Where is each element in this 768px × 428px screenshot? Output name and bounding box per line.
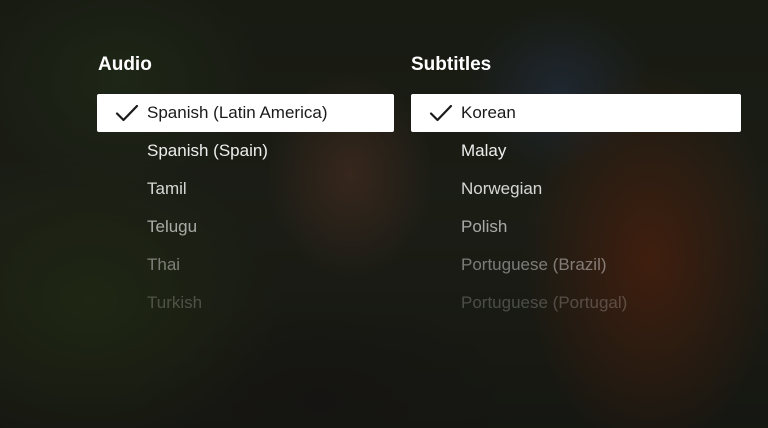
subtitle-option-label: Portuguese (Portugal)	[461, 293, 628, 312]
audio-option-turkish[interactable]: Turkish	[97, 284, 394, 322]
subtitle-option-label: Norwegian	[461, 179, 543, 198]
audio-option-label: Thai	[147, 255, 181, 274]
audio-option-label: Spanish (Spain)	[147, 141, 268, 160]
checkmark-icon	[429, 104, 453, 122]
audio-option-thai[interactable]: Thai	[97, 246, 394, 284]
checkmark-icon	[115, 104, 139, 122]
audio-option-label: Spanish (Latin America)	[147, 103, 328, 122]
audio-option-telugu[interactable]: Telugu	[97, 208, 394, 246]
subtitle-option-label: Korean	[461, 103, 516, 122]
audio-option-label: Turkish	[147, 293, 203, 312]
subtitles-list: Korean Malay Norwegian Polish Portuguese…	[411, 94, 741, 322]
audio-option-spanish-spain[interactable]: Spanish (Spain)	[97, 132, 394, 170]
audio-option-spanish-latin-america[interactable]: Spanish (Latin America)	[97, 94, 394, 132]
subtitle-option-portuguese-brazil[interactable]: Portuguese (Brazil)	[411, 246, 741, 284]
subtitle-option-label: Malay	[461, 141, 507, 160]
subtitle-option-norwegian[interactable]: Norwegian	[411, 170, 741, 208]
subtitles-section-title: Subtitles	[411, 54, 492, 75]
audio-option-label: Tamil	[147, 179, 187, 198]
audio-section-title: Audio	[98, 54, 152, 75]
subtitle-option-label: Polish	[461, 217, 508, 236]
subtitle-option-malay[interactable]: Malay	[411, 132, 741, 170]
audio-option-label: Telugu	[147, 217, 198, 236]
subtitle-option-korean[interactable]: Korean	[411, 94, 741, 132]
subtitle-option-label: Portuguese (Brazil)	[461, 255, 607, 274]
audio-track-list: Spanish (Latin America) Spanish (Spain) …	[97, 94, 394, 322]
audio-option-tamil[interactable]: Tamil	[97, 170, 394, 208]
subtitle-option-portuguese-portugal[interactable]: Portuguese (Portugal)	[411, 284, 741, 322]
subtitle-option-polish[interactable]: Polish	[411, 208, 741, 246]
